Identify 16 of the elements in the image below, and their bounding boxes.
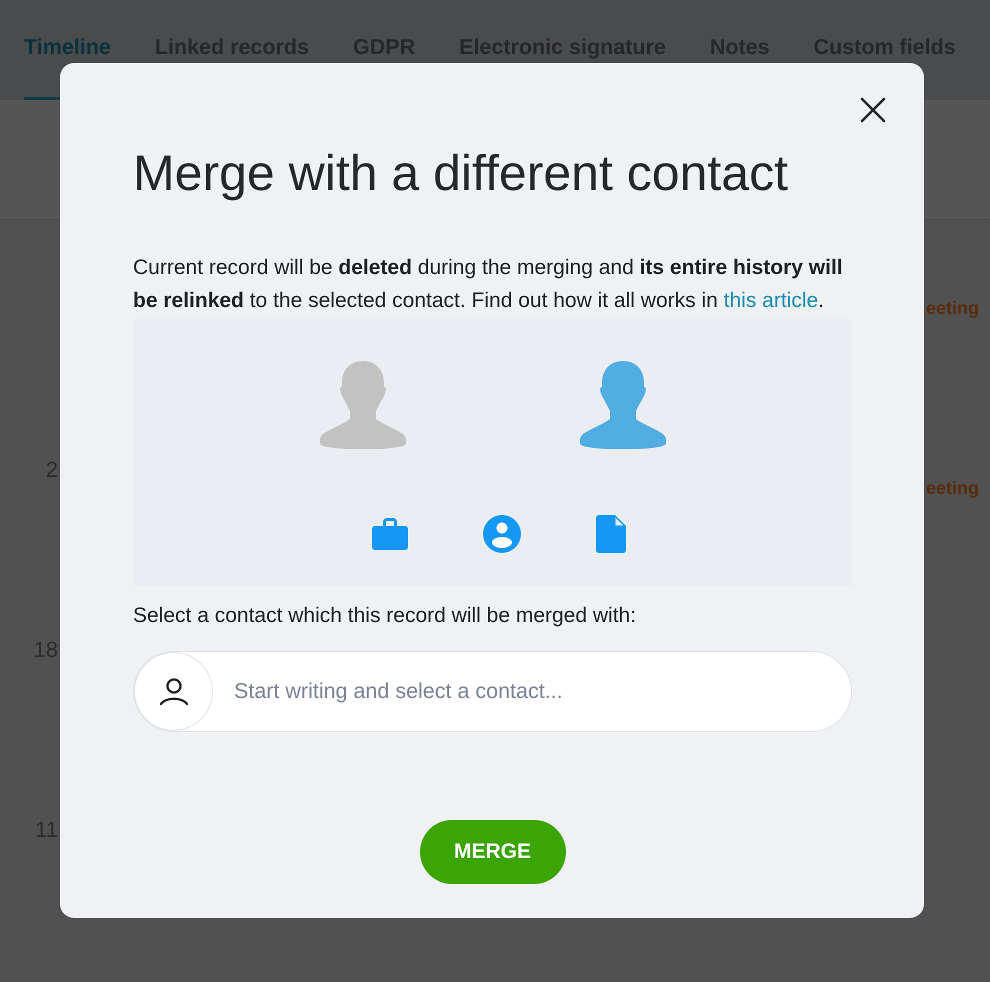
event-type-text: eeting — [926, 297, 979, 320]
person-silhouette-icon — [318, 361, 406, 449]
event-type-text: eeting — [926, 477, 979, 500]
document-icon — [596, 515, 626, 553]
article-link[interactable]: this article — [724, 289, 818, 312]
person-icon — [134, 652, 213, 731]
close-button[interactable] — [860, 97, 886, 123]
person-silhouette-icon — [578, 361, 666, 449]
merge-button[interactable]: MERGE — [420, 820, 566, 884]
close-icon — [860, 97, 886, 123]
merge-description: Current record will be deleted during the merging and its entire history will be relinked to the selected contact. Find out how it all works in this article. — [133, 255, 844, 314]
person-circle-icon — [482, 515, 520, 553]
contact-search-field[interactable]: Start writing and select a contact... — [133, 651, 852, 732]
dialog-title: Merge with a different contact — [133, 144, 789, 203]
contact-prompt-text: Select a contact which this record will be merged with: — [133, 603, 638, 629]
briefcase-icon — [372, 518, 408, 550]
